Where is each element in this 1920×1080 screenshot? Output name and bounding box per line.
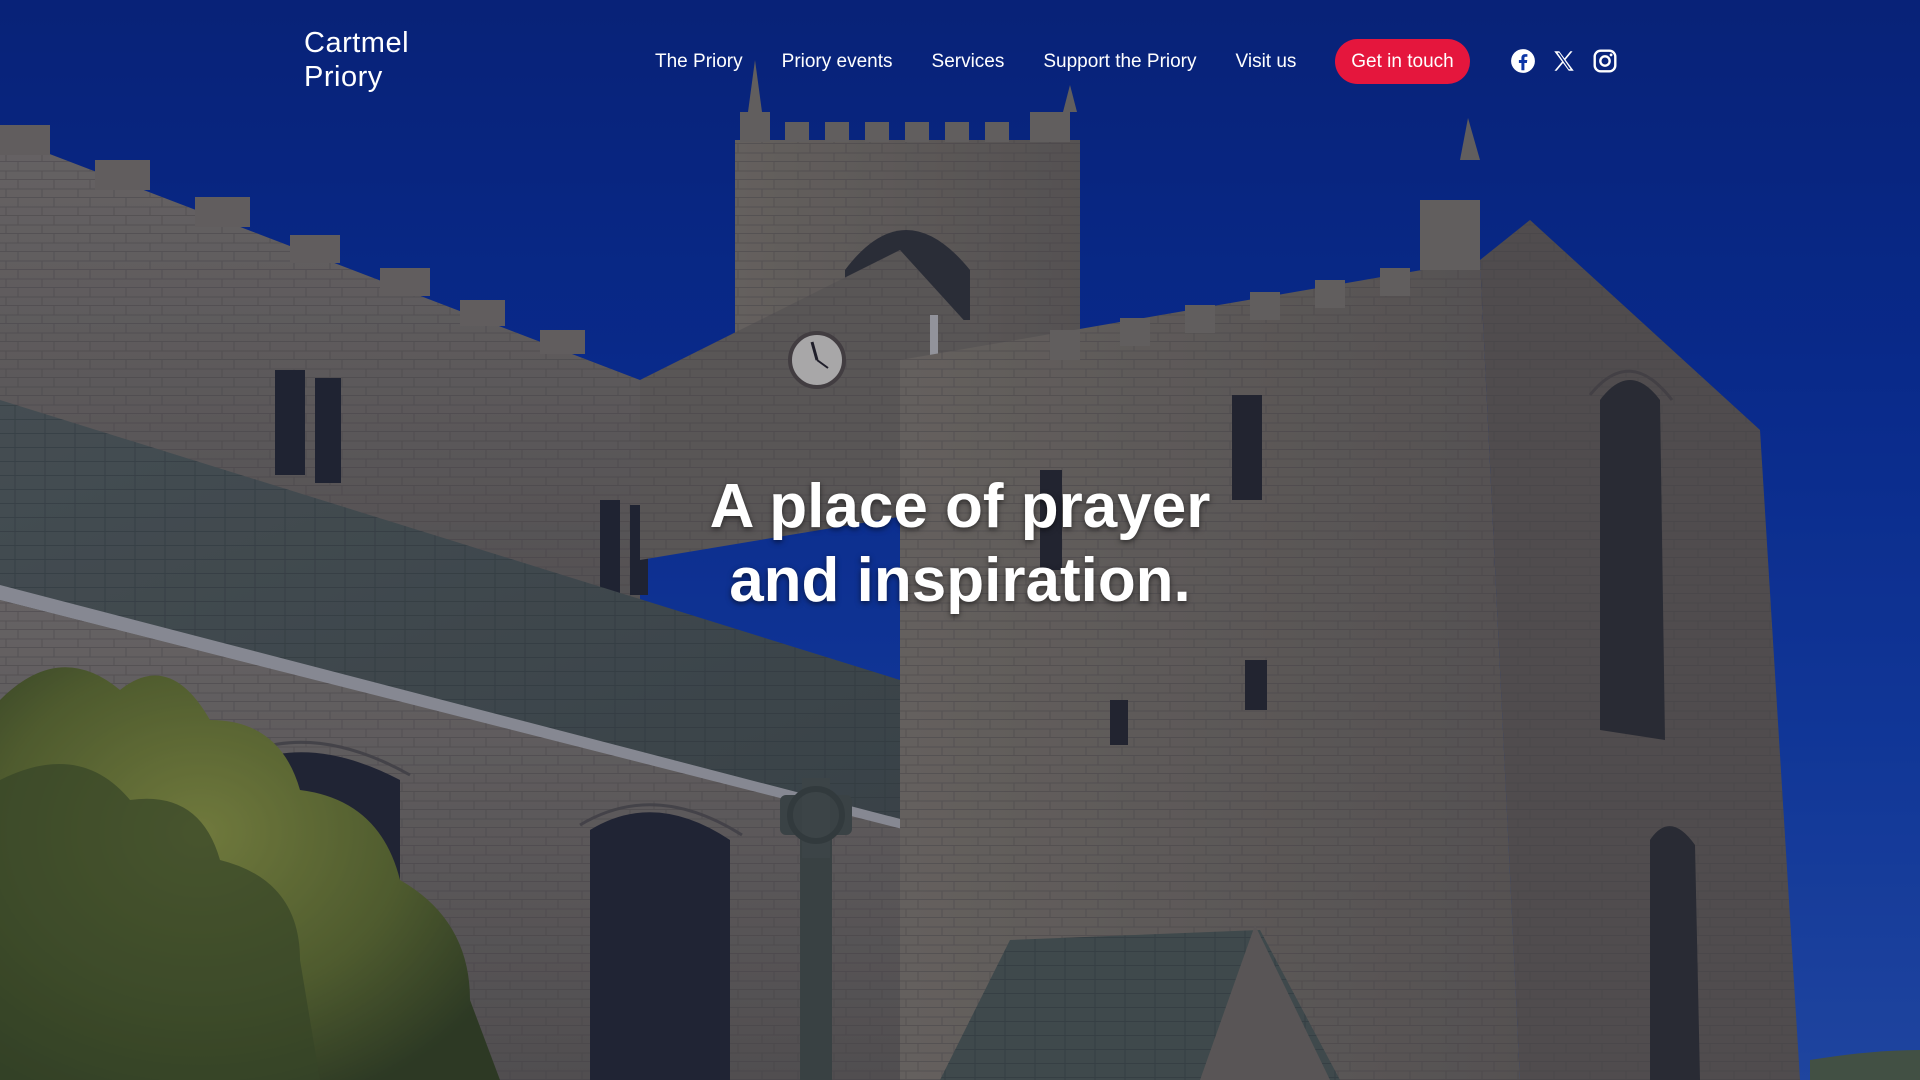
facebook-icon[interactable] <box>1510 48 1536 74</box>
get-in-touch-button[interactable]: Get in touch <box>1335 39 1470 84</box>
logo-text-line-1: Cartmel <box>304 27 410 59</box>
site-logo[interactable]: Cartmel Priory <box>304 26 412 106</box>
nav-item-services[interactable]: Services <box>932 51 1005 73</box>
nav-item-the-priory[interactable]: The Priory <box>655 51 743 73</box>
nav-item-visit-us[interactable]: Visit us <box>1236 51 1297 73</box>
hero-section: Cartmel Priory The Priory Priory events … <box>0 0 1920 1080</box>
nav-item-priory-events[interactable]: Priory events <box>782 51 893 73</box>
main-navigation: The Priory Priory events Services Suppor… <box>655 44 1335 80</box>
site-header: Cartmel Priory The Priory Priory events … <box>0 0 1920 124</box>
hero-headline-line-1: A place of prayer <box>709 472 1211 541</box>
hero-headline-line-2: and inspiration. <box>729 546 1191 615</box>
x-icon[interactable] <box>1551 48 1577 74</box>
nav-item-support-the-priory[interactable]: Support the Priory <box>1043 51 1196 73</box>
hero-headline: A place of prayer and inspiration. <box>560 470 1360 618</box>
logo-text-line-2: Priory <box>304 61 383 93</box>
instagram-icon[interactable] <box>1592 48 1618 74</box>
